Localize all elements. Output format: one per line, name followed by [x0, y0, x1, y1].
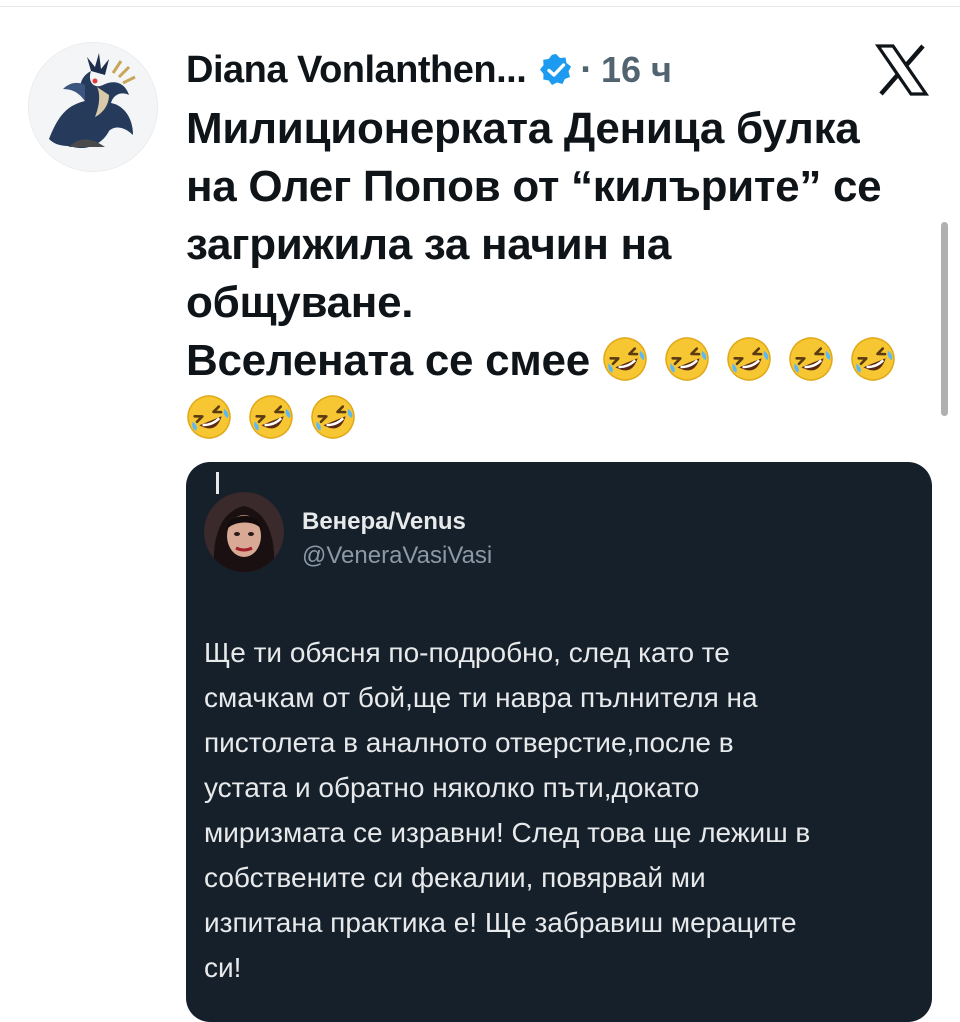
- quoted-text-line: смачкам от бой,ще ти навра пълнителя на: [204, 682, 758, 713]
- post-header: Diana Vonlanthen... · 16 ч: [186, 40, 672, 100]
- laughing-emoji-icon: [310, 394, 356, 440]
- quoted-author-name: Венера/Venus: [302, 508, 466, 535]
- quoted-text-line: си!: [204, 952, 242, 983]
- post-text-line: общуване.: [186, 278, 414, 327]
- top-divider: [0, 6, 960, 7]
- quoted-author-handle: @VeneraVasiVasi: [302, 542, 493, 569]
- laughing-emoji-icon: [602, 336, 648, 382]
- scrollbar[interactable]: [941, 222, 948, 416]
- verified-badge-icon: [538, 52, 574, 88]
- x-logo-icon[interactable]: [872, 42, 932, 98]
- emoji-group: [186, 394, 372, 443]
- quoted-author-avatar: [204, 492, 284, 572]
- laughing-emoji-icon: [248, 394, 294, 440]
- post-text-line: загрижила за начин на: [186, 220, 671, 269]
- quoted-text-line: изпитана практика е! Ще забравиш мерацит…: [204, 907, 797, 938]
- post-text-line: Милиционерката Деница булка: [186, 104, 860, 153]
- laughing-emoji-icon: [850, 336, 896, 382]
- quoted-text-line: собствените си фекалии, повярвай ми: [204, 862, 706, 893]
- quoted-post-text: Ще ти обясня по-подробно, след като те с…: [204, 630, 924, 990]
- quoted-text-line: устата и обратно няколко пъти,докато: [204, 772, 700, 803]
- laughing-emoji-icon: [788, 336, 834, 382]
- post-text-line: Вселената се смее: [186, 336, 590, 385]
- author-avatar[interactable]: [28, 42, 158, 172]
- separator-dot: ·: [580, 48, 593, 91]
- author-name[interactable]: Diana Vonlanthen...: [186, 49, 527, 92]
- thread-line: [216, 472, 219, 494]
- post-text-last-line: Вселената се смее: [186, 332, 926, 390]
- quoted-text-line: Ще ти обясня по-подробно, след като те: [204, 637, 730, 668]
- quoted-post-image[interactable]: Венера/Venus @VeneraVasiVasi Ще ти обясн…: [186, 462, 932, 1022]
- post-emoji-line: [186, 390, 926, 448]
- emoji-group: [602, 336, 912, 385]
- quoted-text-line: пистолета в аналното отверстие,после в: [204, 727, 734, 758]
- post-text: Милиционерката Деница булка на Олег Попо…: [186, 100, 926, 448]
- post-text-line: на Олег Попов от “килърите” се: [186, 162, 882, 211]
- post-timestamp[interactable]: 16 ч: [601, 49, 672, 91]
- laughing-emoji-icon: [726, 336, 772, 382]
- quoted-text-line: миризмата се изравни! След това ще лежиш…: [204, 817, 811, 848]
- laughing-emoji-icon: [186, 394, 232, 440]
- laughing-emoji-icon: [664, 336, 710, 382]
